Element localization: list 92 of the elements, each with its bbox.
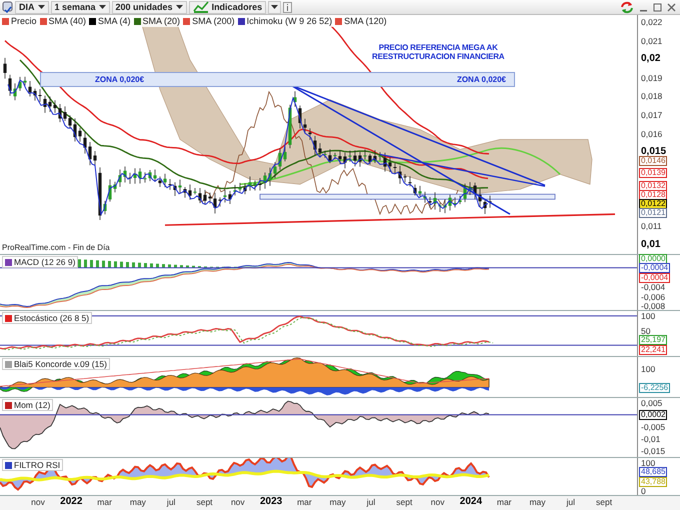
value-tag: 48,685: [639, 467, 668, 478]
axis-tick-label: 100: [641, 364, 656, 374]
indicator-label[interactable]: MACD (12 26 9): [2, 256, 78, 268]
axis-tick-label: 0,01: [641, 240, 660, 250]
axis-tick-label: 100: [641, 458, 656, 468]
price-tag: 0,0139: [639, 168, 668, 178]
date-axis-label: may: [529, 497, 546, 507]
axis-tick-label: 0,018: [641, 91, 662, 102]
chart-icon: [192, 1, 209, 13]
axis-tick-label: 0,011: [641, 221, 662, 232]
axis-tick-label: 0,022: [641, 17, 662, 27]
caret-icon: [176, 4, 183, 10]
indicator-title: Estocástico (26 8 5): [14, 313, 90, 323]
value-tag: -6,2256: [639, 383, 670, 394]
zone-label: ZONA 0,020€: [456, 75, 506, 84]
zone-label: ZONA 0,020€: [95, 75, 144, 84]
axis-tick-label: 0,017: [641, 110, 662, 120]
date-axis-label: mar: [297, 497, 312, 507]
dropdown-button[interactable]: [268, 0, 282, 14]
indicator-label[interactable]: FILTRO RSI: [2, 459, 64, 471]
price-tag: 0,0121: [639, 208, 668, 218]
axis-tick-label: -0,01: [641, 434, 660, 444]
legend-label[interactable]: SMA (200): [192, 16, 235, 26]
period-dropdown[interactable]: 1 semana: [50, 0, 110, 14]
indicator-title: Blai5 Koncorde v.09 (15): [14, 359, 107, 369]
chart-note: PRECIO REFERENCIA MEGA AK: [378, 43, 499, 52]
price-tag: 0,0122: [639, 199, 668, 210]
axis-tick-label: -0,008: [641, 301, 666, 311]
value-tag: 0,0000: [639, 254, 668, 264]
value-tag: 0,0002: [639, 410, 668, 420]
date-axis-label: mar: [97, 497, 112, 507]
axis-tick-label: 0,021: [641, 36, 662, 46]
source-label: ProRealTime.com - Fin de Día: [2, 243, 110, 252]
legend-label[interactable]: SMA (120): [344, 16, 387, 26]
info-icon[interactable]: [283, 2, 292, 12]
axis-tick-label: 0: [641, 486, 646, 496]
date-axis-label: 2022: [60, 496, 82, 507]
axis-tick-label: 0,015: [641, 147, 666, 158]
value-tag: -0,0004: [639, 263, 670, 274]
value-tag: 22,241: [639, 344, 668, 355]
axis-tick-label: -0,015: [641, 446, 666, 456]
indicator-title: Mom (12): [14, 400, 50, 410]
indicator-title: MACD (12 26 9): [14, 257, 76, 267]
axis-tick-label: 0,019: [641, 72, 662, 83]
legend-label[interactable]: SMA (4): [98, 16, 131, 26]
date-axis-label: may: [330, 497, 346, 507]
date-axis-label: jul: [366, 497, 376, 507]
price-tag: 0,0132: [639, 180, 668, 191]
indicator-label[interactable]: Estocástico (26 8 5): [2, 312, 92, 324]
value-tag: 43,788: [639, 476, 668, 487]
axis-tick-label: -0,004: [641, 282, 666, 292]
date-axis-label: nov: [230, 497, 245, 507]
legend-label[interactable]: SMA (40): [48, 16, 86, 26]
date-axis-label: nov: [430, 497, 444, 507]
date-axis-label: sept: [396, 497, 412, 507]
axis-tick-label: 50: [641, 326, 650, 336]
axis-tick-label: -0,005: [641, 422, 666, 432]
date-axis-label: jul: [566, 497, 576, 507]
axis-tick-label: 0,02: [641, 54, 660, 64]
value-tag: -0,0004: [639, 272, 670, 283]
caret-icon: [271, 4, 278, 10]
axis-tick-label: 100: [641, 311, 656, 321]
legend-label[interactable]: Precio: [11, 16, 37, 26]
caret-icon: [38, 4, 44, 10]
date-axis-label: sept: [596, 497, 612, 507]
close-icon[interactable]: [667, 2, 676, 12]
axis-tick-label: -0,006: [641, 292, 666, 302]
date-axis-label: 2024: [460, 496, 482, 507]
date-axis-label: mar: [496, 497, 512, 507]
caret-icon: [98, 4, 106, 10]
price-tag: 0,0146: [639, 156, 668, 166]
app-icon[interactable]: [2, 0, 13, 14]
chart-note: REESTRUCTURACION FINANCIERA: [372, 52, 504, 61]
axis-tick-label: 0,005: [641, 398, 662, 408]
indicators-button[interactable]: Indicadores: [188, 0, 266, 14]
axis-tick-label: 0,016: [641, 128, 662, 138]
symbol-dropdown[interactable]: DIA: [15, 0, 48, 14]
indicator-label[interactable]: Mom (12): [2, 399, 54, 411]
value-tag: 25,197: [639, 335, 668, 346]
date-axis-label: 2023: [260, 496, 282, 507]
indicator-title: FILTRO RSI: [14, 460, 60, 470]
legend-label[interactable]: SMA (20): [142, 16, 180, 26]
maximize-icon[interactable]: [653, 2, 662, 12]
indicator-label[interactable]: Blai5 Koncorde v.09 (15): [2, 358, 110, 370]
units-dropdown[interactable]: 200 unidades: [112, 0, 187, 14]
price-tag: 0,0128: [639, 190, 668, 200]
legend-label[interactable]: Ichimoku (W 9 26 52): [246, 16, 332, 26]
date-axis-label: jul: [166, 497, 176, 507]
date-axis-label: may: [130, 497, 146, 507]
refresh-icon[interactable]: [620, 0, 634, 14]
date-axis-label: sept: [196, 497, 213, 507]
date-axis-label: nov: [31, 497, 45, 507]
